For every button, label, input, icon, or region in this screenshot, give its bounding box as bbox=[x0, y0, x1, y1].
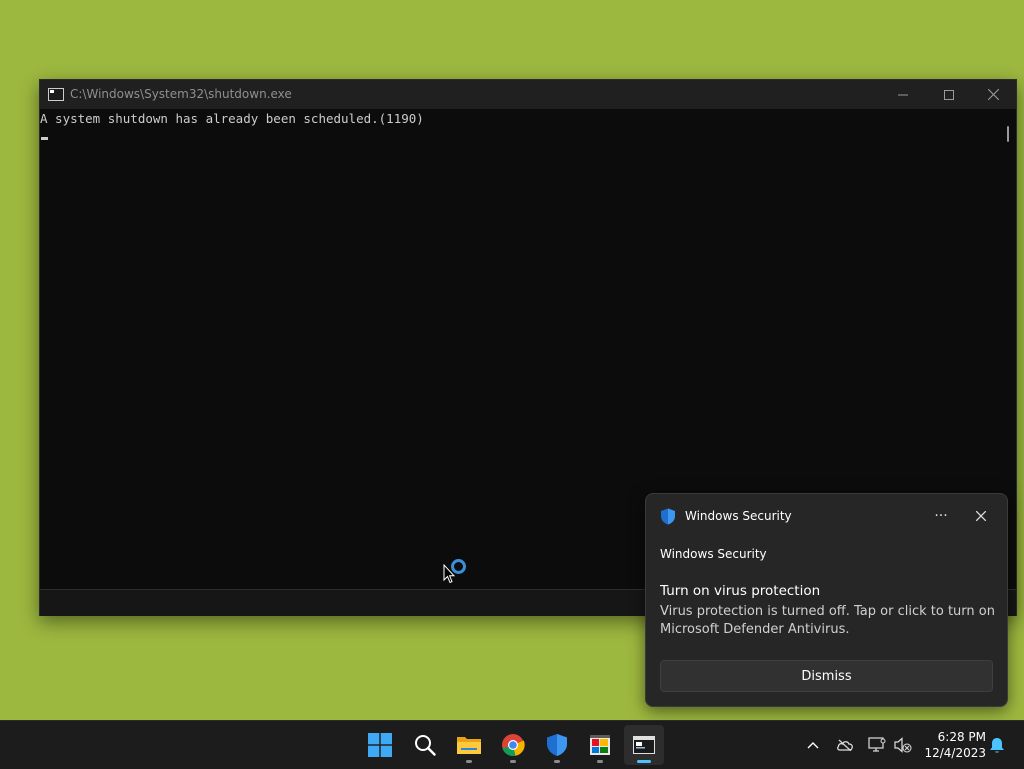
window-title: C:\Windows\System32\shutdown.exe bbox=[70, 87, 292, 101]
cloud-offline-icon bbox=[837, 739, 853, 751]
running-indicator bbox=[597, 760, 603, 763]
onedrive-button[interactable] bbox=[834, 721, 856, 769]
notification-close-button[interactable] bbox=[969, 502, 993, 530]
console-icon bbox=[633, 736, 655, 754]
show-hidden-icons-button[interactable] bbox=[803, 721, 823, 769]
taskbar-chrome[interactable] bbox=[493, 725, 533, 765]
search-icon bbox=[415, 735, 436, 756]
network-icon bbox=[868, 737, 886, 752]
taskbar-file-explorer[interactable] bbox=[449, 725, 489, 765]
volume-button[interactable] bbox=[892, 721, 914, 769]
close-button[interactable] bbox=[970, 80, 1016, 109]
maximize-button[interactable] bbox=[926, 80, 972, 109]
close-icon bbox=[976, 511, 986, 521]
shield-icon bbox=[661, 508, 675, 525]
mouse-pointer-icon bbox=[443, 564, 455, 584]
scrollbar-thumb[interactable] bbox=[1007, 126, 1009, 142]
console-app-icon bbox=[48, 88, 64, 101]
chrome-icon bbox=[502, 734, 525, 757]
more-options-button[interactable]: ··· bbox=[929, 502, 953, 530]
search-button[interactable] bbox=[405, 725, 445, 765]
maximize-icon bbox=[944, 89, 954, 100]
close-icon bbox=[987, 89, 999, 100]
clock-button[interactable]: 6:28 PM 12/4/2023 bbox=[918, 729, 986, 761]
chevron-up-icon bbox=[807, 742, 819, 749]
notification-title: Turn on virus protection bbox=[660, 583, 821, 599]
folder-icon bbox=[457, 737, 481, 754]
shield-icon bbox=[547, 734, 567, 756]
notification-app-name: Windows Security bbox=[685, 509, 792, 523]
bell-icon bbox=[990, 737, 1004, 753]
security-notification[interactable]: Windows Security ··· Windows Security Tu… bbox=[645, 493, 1008, 707]
taskbar: 6:28 PM 12/4/2023 bbox=[0, 720, 1024, 769]
notification-center-button[interactable] bbox=[986, 721, 1008, 769]
running-indicator bbox=[466, 760, 472, 763]
dismiss-button[interactable]: Dismiss bbox=[660, 660, 993, 692]
text-cursor bbox=[41, 137, 48, 140]
minimize-button[interactable] bbox=[880, 80, 926, 109]
windows-logo-icon bbox=[368, 733, 392, 757]
clock-date: 12/4/2023 bbox=[924, 746, 986, 760]
running-indicator bbox=[510, 760, 516, 763]
network-button[interactable] bbox=[866, 721, 888, 769]
console-output-line: A system shutdown has already been sched… bbox=[40, 111, 424, 126]
active-indicator bbox=[637, 760, 651, 763]
console-titlebar[interactable]: C:\Windows\System32\shutdown.exe bbox=[40, 80, 1016, 109]
taskbar-paint[interactable] bbox=[580, 725, 620, 765]
taskbar-windows-security[interactable] bbox=[537, 725, 577, 765]
taskbar-console[interactable] bbox=[624, 725, 664, 765]
notification-body: Virus protection is turned off. Tap or c… bbox=[660, 604, 995, 637]
paint-icon bbox=[590, 735, 610, 755]
start-button[interactable] bbox=[360, 725, 400, 765]
volume-muted-icon bbox=[894, 737, 912, 753]
running-indicator bbox=[554, 760, 560, 763]
clock-time: 6:28 PM bbox=[937, 730, 986, 744]
notification-header: Windows Security bbox=[660, 547, 767, 561]
minimize-icon bbox=[898, 94, 908, 95]
